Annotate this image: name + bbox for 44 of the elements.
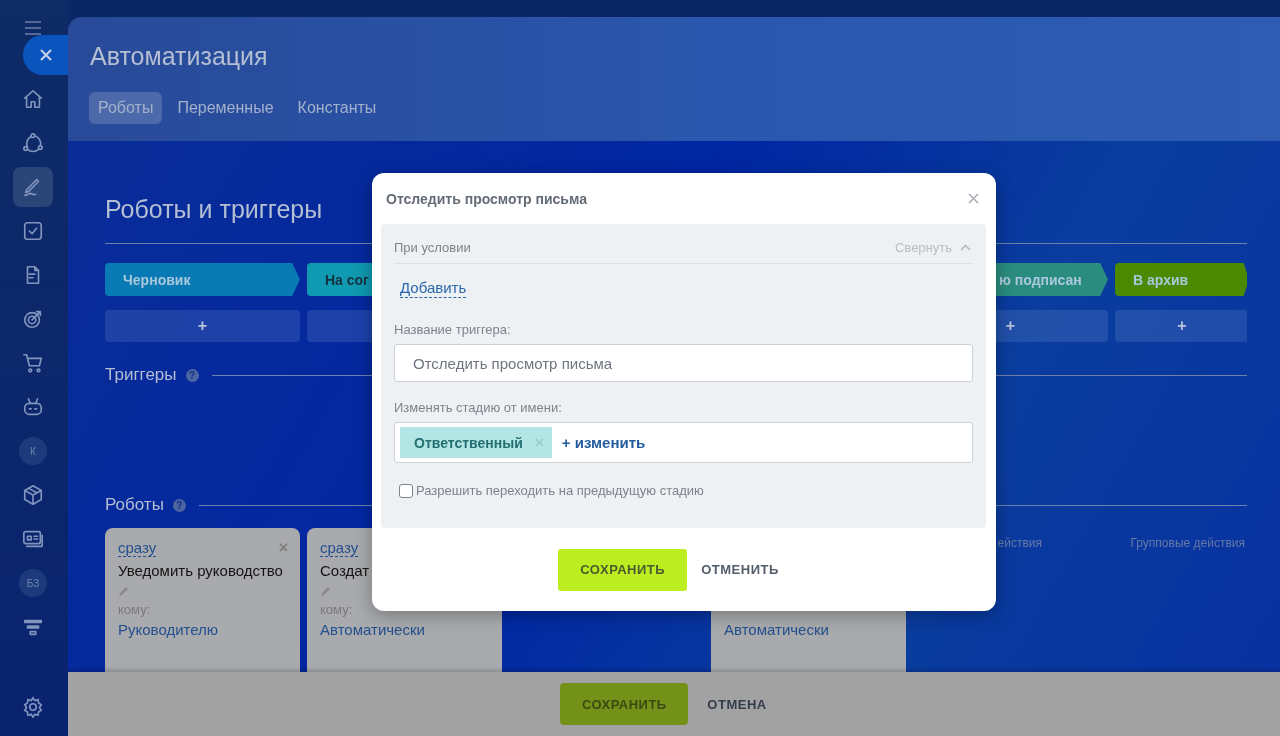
add-link[interactable]: Добавить xyxy=(400,278,467,298)
stage-tab[interactable]: Черновик xyxy=(105,263,300,296)
cancel-button[interactable]: ОТМЕНИТЬ xyxy=(701,558,779,581)
stage-tab[interactable]: В архив xyxy=(1115,263,1247,296)
group-actions-link[interactable]: ействия xyxy=(997,536,1042,550)
checkbox-label: Разрешить переходить на предыдущую стадию xyxy=(416,483,704,498)
user-tag[interactable]: Ответственный xyxy=(400,427,552,458)
section-title: Роботы xyxy=(105,495,164,515)
field-label: Название триггера: xyxy=(394,322,512,337)
add-robot-button[interactable]: + xyxy=(1115,310,1247,342)
recipient-link[interactable]: Руководителю xyxy=(118,621,219,638)
field-label: Изменять стадию от имени: xyxy=(394,400,563,415)
delay-link[interactable]: сразу xyxy=(118,538,157,557)
tab[interactable]: Роботы xyxy=(89,92,163,124)
user-field[interactable]: Ответственный + изменить xyxy=(394,422,973,463)
dialog-title: Отследить просмотр письма xyxy=(386,190,587,207)
robot-title: Создат xyxy=(320,562,370,579)
pen-icon[interactable] xyxy=(13,167,53,207)
checkbox[interactable] xyxy=(399,483,413,498)
save-button[interactable]: СОХРАНИТЬ xyxy=(560,683,689,725)
condition-label: При условии xyxy=(394,240,471,255)
avatar-badge[interactable]: БЗ xyxy=(19,569,47,597)
delay-link[interactable]: сразу xyxy=(320,538,359,557)
recipient-link[interactable]: Автоматически xyxy=(320,621,425,638)
group-actions-link[interactable]: Групповые действия xyxy=(1130,536,1245,550)
trigger-name-field[interactable]: Отследить просмотр письма xyxy=(394,344,973,382)
help-icon[interactable]: ? xyxy=(185,368,199,382)
page-title: Автоматизация xyxy=(90,42,269,71)
add-robot-button[interactable]: + xyxy=(105,310,300,342)
menu-icon[interactable] xyxy=(24,21,42,35)
robot-title: Уведомить руководство xyxy=(118,562,283,579)
section-title: Триггеры xyxy=(105,365,177,385)
help-icon[interactable]: ? xyxy=(172,498,186,512)
avatar-badge[interactable]: К xyxy=(19,437,47,465)
tab[interactable]: Переменные xyxy=(168,92,283,124)
close-icon[interactable] xyxy=(38,48,53,62)
close-button[interactable] xyxy=(23,35,68,75)
cancel-button[interactable]: ОТМЕНА xyxy=(707,692,767,716)
section-heading: Роботы и триггеры xyxy=(105,194,323,225)
change-link[interactable]: + изменить xyxy=(561,434,646,451)
recipient-link[interactable]: Автоматически xyxy=(724,621,829,638)
tab[interactable]: Константы xyxy=(288,92,386,124)
settings-icon[interactable] xyxy=(22,696,44,718)
save-button[interactable]: СОХРАНИТЬ xyxy=(558,548,688,591)
